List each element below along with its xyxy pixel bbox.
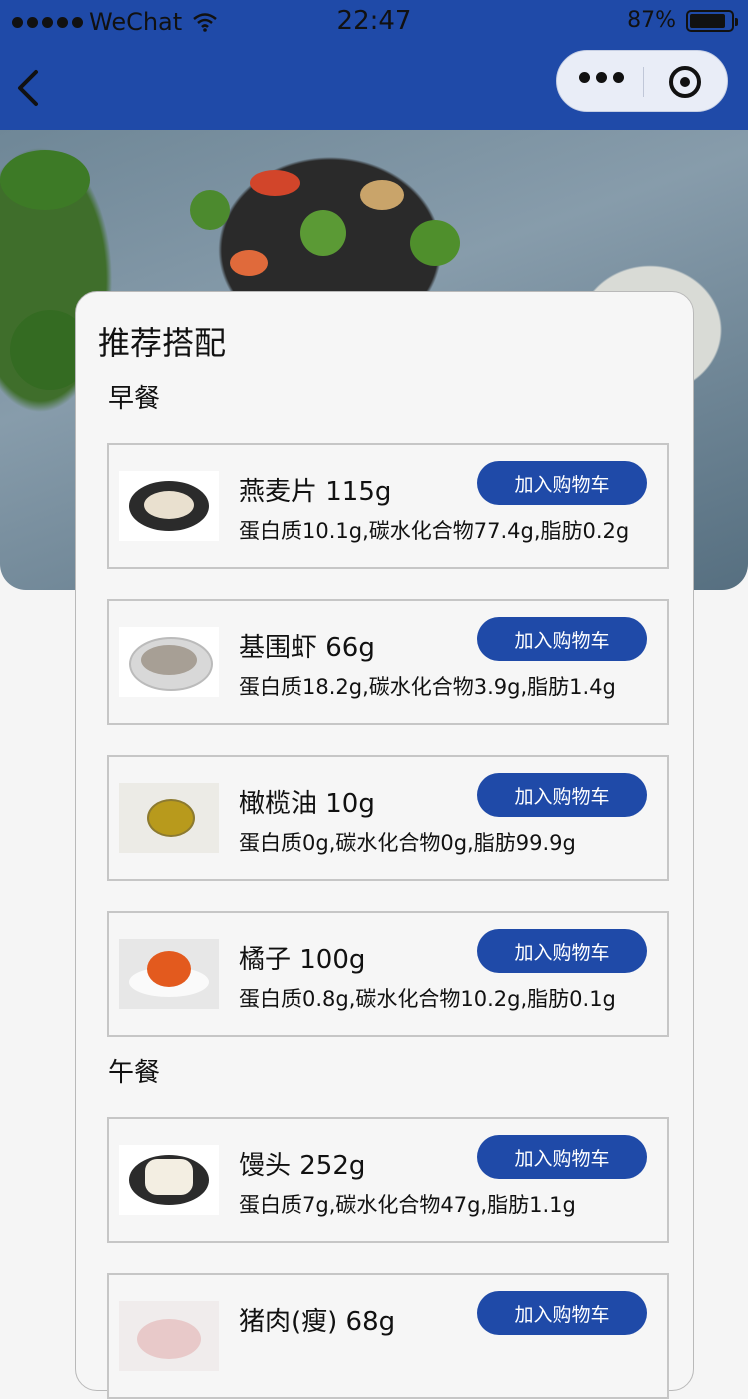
recommendation-card: 推荐搭配 早餐 燕麦片 115g 蛋白质10.1g,碳水化合物77.4g,脂肪0… <box>75 291 694 1399</box>
food-thumbnail <box>119 471 219 541</box>
food-name: 馒头 252g <box>239 1151 366 1181</box>
battery-icon <box>686 9 738 32</box>
food-name: 基围虾 66g <box>239 633 375 663</box>
add-to-cart-button[interactable]: 加入购物车 <box>477 1135 647 1179</box>
food-item: 橘子 100g 蛋白质0.8g,碳水化合物10.2g,脂肪0.1g 加入购物车 <box>107 911 669 1037</box>
status-bar: WeChat 22:47 87% <box>0 0 748 46</box>
add-to-cart-button[interactable]: 加入购物车 <box>477 1291 647 1335</box>
food-thumbnail <box>119 627 219 697</box>
food-thumbnail <box>119 939 219 1009</box>
food-item: 猪肉(瘦) 68g 加入购物车 <box>107 1273 669 1399</box>
food-nutrition: 蛋白质10.1g,碳水化合物77.4g,脂肪0.2g <box>239 519 630 543</box>
food-name: 橘子 100g <box>239 945 366 975</box>
battery-group: 87% <box>627 8 738 33</box>
add-to-cart-button[interactable]: 加入购物车 <box>477 617 647 661</box>
add-to-cart-button[interactable]: 加入购物车 <box>477 773 647 817</box>
food-name: 燕麦片 115g <box>239 477 392 507</box>
mini-program-capsule <box>556 50 728 112</box>
add-to-cart-button[interactable]: 加入购物车 <box>477 461 647 505</box>
food-nutrition: 蛋白质0.8g,碳水化合物10.2g,脂肪0.1g <box>239 987 616 1011</box>
food-item: 基围虾 66g 蛋白质18.2g,碳水化合物3.9g,脂肪1.4g 加入购物车 <box>107 599 669 725</box>
food-thumbnail <box>119 1145 219 1215</box>
meal-label-breakfast: 早餐 <box>108 384 161 414</box>
food-thumbnail <box>119 1301 219 1371</box>
chevron-left-icon[interactable] <box>10 66 50 110</box>
target-circle-icon[interactable] <box>669 66 701 98</box>
food-item: 燕麦片 115g 蛋白质10.1g,碳水化合物77.4g,脂肪0.2g 加入购物… <box>107 443 669 569</box>
food-nutrition: 蛋白质0g,碳水化合物0g,脂肪99.9g <box>239 831 576 855</box>
card-title: 推荐搭配 <box>98 324 227 362</box>
navigation-bar: WeChat 22:47 87% <box>0 0 748 130</box>
food-item: 橄榄油 10g 蛋白质0g,碳水化合物0g,脂肪99.9g 加入购物车 <box>107 755 669 881</box>
capsule-divider <box>643 67 644 97</box>
food-item: 馒头 252g 蛋白质7g,碳水化合物47g,脂肪1.1g 加入购物车 <box>107 1117 669 1243</box>
food-name: 橄榄油 10g <box>239 789 375 819</box>
food-thumbnail <box>119 783 219 853</box>
meal-label-lunch: 午餐 <box>108 1058 161 1088</box>
food-nutrition: 蛋白质7g,碳水化合物47g,脂肪1.1g <box>239 1193 576 1217</box>
food-nutrition: 蛋白质18.2g,碳水化合物3.9g,脂肪1.4g <box>239 675 616 699</box>
battery-percent: 87% <box>627 8 676 33</box>
more-dots-icon[interactable] <box>579 72 624 83</box>
food-name: 猪肉(瘦) 68g <box>239 1307 396 1337</box>
add-to-cart-button[interactable]: 加入购物车 <box>477 929 647 973</box>
